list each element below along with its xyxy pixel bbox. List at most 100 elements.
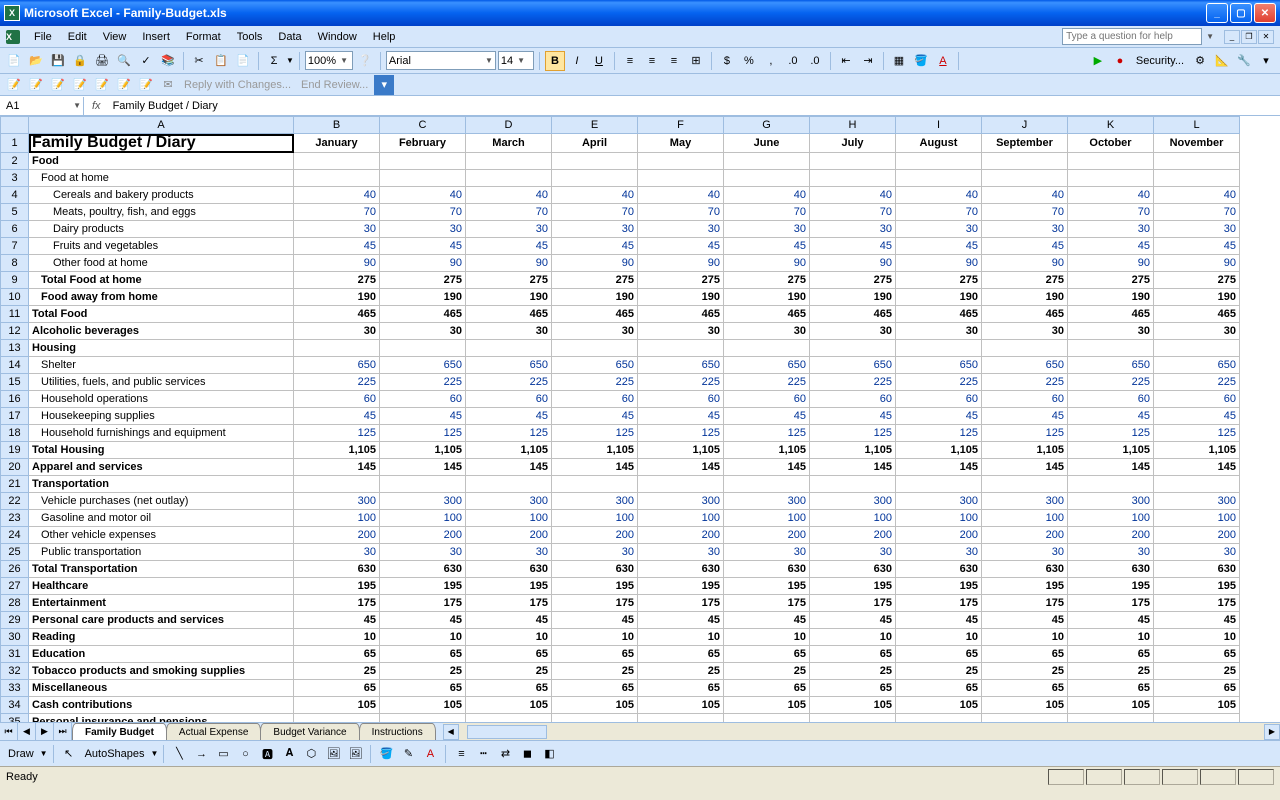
cell-E24[interactable]: 200 bbox=[552, 527, 638, 544]
cell-E14[interactable]: 650 bbox=[552, 357, 638, 374]
cell-G14[interactable]: 650 bbox=[724, 357, 810, 374]
column-header-F[interactable]: F bbox=[638, 117, 724, 134]
cell-J34[interactable]: 105 bbox=[982, 697, 1068, 714]
name-box[interactable]: A1▼ bbox=[0, 97, 84, 115]
cell-A23[interactable]: Gasoline and motor oil bbox=[29, 510, 294, 527]
fill-color-draw-icon[interactable]: 🪣 bbox=[376, 744, 396, 764]
cell-L24[interactable]: 200 bbox=[1154, 527, 1240, 544]
cell-L9[interactable]: 275 bbox=[1154, 272, 1240, 289]
cell-I18[interactable]: 125 bbox=[896, 425, 982, 442]
underline-button[interactable]: U bbox=[589, 51, 609, 71]
cell-G21[interactable] bbox=[724, 476, 810, 493]
cell-K1[interactable]: October bbox=[1068, 134, 1154, 153]
cell-J32[interactable]: 25 bbox=[982, 663, 1068, 680]
cell-K25[interactable]: 30 bbox=[1068, 544, 1154, 561]
cell-B25[interactable]: 30 bbox=[294, 544, 380, 561]
cell-I26[interactable]: 630 bbox=[896, 561, 982, 578]
cell-I1[interactable]: August bbox=[896, 134, 982, 153]
cell-D35[interactable] bbox=[466, 714, 552, 723]
cell-B13[interactable] bbox=[294, 340, 380, 357]
cell-G32[interactable]: 25 bbox=[724, 663, 810, 680]
cell-G20[interactable]: 145 bbox=[724, 459, 810, 476]
cell-L27[interactable]: 195 bbox=[1154, 578, 1240, 595]
cell-K28[interactable]: 175 bbox=[1068, 595, 1154, 612]
cell-F25[interactable]: 30 bbox=[638, 544, 724, 561]
row-header-17[interactable]: 17 bbox=[1, 408, 29, 425]
cell-I9[interactable]: 275 bbox=[896, 272, 982, 289]
cell-H30[interactable]: 10 bbox=[810, 629, 896, 646]
cell-A29[interactable]: Personal care products and services bbox=[29, 612, 294, 629]
cell-J5[interactable]: 70 bbox=[982, 204, 1068, 221]
arrow-style-icon[interactable]: ⇄ bbox=[495, 744, 515, 764]
cell-B3[interactable] bbox=[294, 170, 380, 187]
cell-D4[interactable]: 40 bbox=[466, 187, 552, 204]
cell-I19[interactable]: 1,105 bbox=[896, 442, 982, 459]
cell-F6[interactable]: 30 bbox=[638, 221, 724, 238]
cell-A26[interactable]: Total Transportation bbox=[29, 561, 294, 578]
row-header-27[interactable]: 27 bbox=[1, 578, 29, 595]
cell-D14[interactable]: 650 bbox=[466, 357, 552, 374]
currency-icon[interactable]: $ bbox=[717, 51, 737, 71]
cell-G30[interactable]: 10 bbox=[724, 629, 810, 646]
cell-B26[interactable]: 630 bbox=[294, 561, 380, 578]
cell-J2[interactable] bbox=[982, 153, 1068, 170]
fx-icon[interactable]: fx bbox=[84, 100, 109, 112]
font-size-combo[interactable]: 14▼ bbox=[498, 51, 534, 70]
cell-D34[interactable]: 105 bbox=[466, 697, 552, 714]
cell-K9[interactable]: 275 bbox=[1068, 272, 1154, 289]
row-header-9[interactable]: 9 bbox=[1, 272, 29, 289]
close-button[interactable]: ✕ bbox=[1254, 3, 1276, 23]
cell-G12[interactable]: 30 bbox=[724, 323, 810, 340]
cell-I12[interactable]: 30 bbox=[896, 323, 982, 340]
rectangle-icon[interactable]: ▭ bbox=[213, 744, 233, 764]
cell-H9[interactable]: 275 bbox=[810, 272, 896, 289]
cell-K12[interactable]: 30 bbox=[1068, 323, 1154, 340]
cell-H7[interactable]: 45 bbox=[810, 238, 896, 255]
cell-A11[interactable]: Total Food bbox=[29, 306, 294, 323]
cell-C13[interactable] bbox=[380, 340, 466, 357]
cell-A17[interactable]: Housekeeping supplies bbox=[29, 408, 294, 425]
cell-D32[interactable]: 25 bbox=[466, 663, 552, 680]
cell-J35[interactable] bbox=[982, 714, 1068, 723]
shadow-icon[interactable]: ◼ bbox=[517, 744, 537, 764]
cell-G31[interactable]: 65 bbox=[724, 646, 810, 663]
cell-C17[interactable]: 45 bbox=[380, 408, 466, 425]
cell-J31[interactable]: 65 bbox=[982, 646, 1068, 663]
cell-I5[interactable]: 70 bbox=[896, 204, 982, 221]
cell-B10[interactable]: 190 bbox=[294, 289, 380, 306]
cell-D9[interactable]: 275 bbox=[466, 272, 552, 289]
menu-format[interactable]: Format bbox=[178, 29, 229, 45]
cell-D33[interactable]: 65 bbox=[466, 680, 552, 697]
cell-K3[interactable] bbox=[1068, 170, 1154, 187]
cell-J33[interactable]: 65 bbox=[982, 680, 1068, 697]
cell-E27[interactable]: 195 bbox=[552, 578, 638, 595]
hscroll-left-arrow[interactable]: ◀ bbox=[443, 724, 459, 740]
dash-style-icon[interactable]: ┅ bbox=[473, 744, 493, 764]
row-header-10[interactable]: 10 bbox=[1, 289, 29, 306]
cell-H13[interactable] bbox=[810, 340, 896, 357]
permission-icon[interactable]: 🔒 bbox=[70, 51, 90, 71]
cell-A33[interactable]: Miscellaneous bbox=[29, 680, 294, 697]
cell-K5[interactable]: 70 bbox=[1068, 204, 1154, 221]
cell-E18[interactable]: 125 bbox=[552, 425, 638, 442]
cell-C35[interactable] bbox=[380, 714, 466, 723]
cell-H35[interactable] bbox=[810, 714, 896, 723]
cell-J6[interactable]: 30 bbox=[982, 221, 1068, 238]
cell-F5[interactable]: 70 bbox=[638, 204, 724, 221]
menu-edit[interactable]: Edit bbox=[60, 29, 95, 45]
cell-D6[interactable]: 30 bbox=[466, 221, 552, 238]
cell-H33[interactable]: 65 bbox=[810, 680, 896, 697]
wordart-icon[interactable]: 𝐀 bbox=[279, 744, 299, 764]
cell-I28[interactable]: 175 bbox=[896, 595, 982, 612]
cell-F17[interactable]: 45 bbox=[638, 408, 724, 425]
cell-C32[interactable]: 25 bbox=[380, 663, 466, 680]
cell-C5[interactable]: 70 bbox=[380, 204, 466, 221]
paste-icon[interactable]: 📄 bbox=[233, 51, 253, 71]
cell-G10[interactable]: 190 bbox=[724, 289, 810, 306]
3d-icon[interactable]: ◧ bbox=[539, 744, 559, 764]
cell-A5[interactable]: Meats, poultry, fish, and eggs bbox=[29, 204, 294, 221]
autoshapes-menu[interactable]: AutoShapes bbox=[81, 748, 149, 760]
cell-C25[interactable]: 30 bbox=[380, 544, 466, 561]
cell-F29[interactable]: 45 bbox=[638, 612, 724, 629]
cell-F2[interactable] bbox=[638, 153, 724, 170]
